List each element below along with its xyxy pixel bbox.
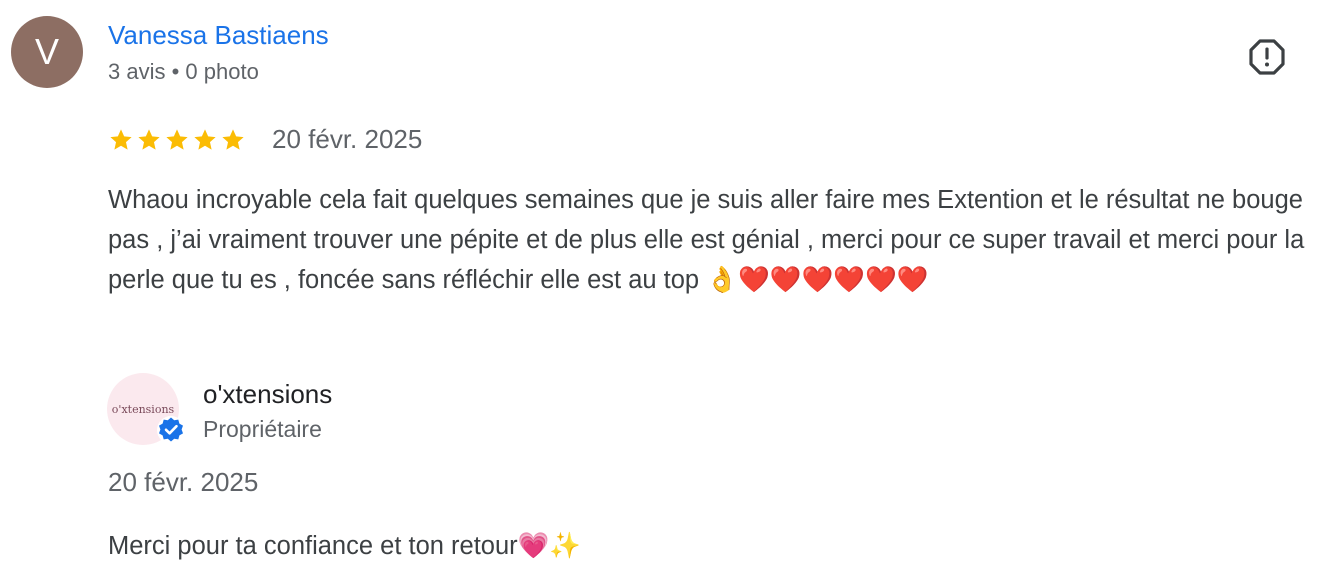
star-icon [194, 128, 216, 150]
reviewer-meta: 3 avis • 0 photo [108, 59, 259, 84]
report-icon[interactable] [1248, 38, 1286, 76]
star-icon [138, 128, 160, 150]
reviewer-initial: V [34, 31, 59, 72]
rating-row: 20 févr. 2025 [108, 124, 422, 155]
owner-logo-text: o'xtensions [111, 402, 175, 416]
owner-name: o'xtensions [203, 379, 333, 409]
reviewer-avatar[interactable]: V [11, 16, 83, 88]
star-icon [222, 128, 244, 150]
reviewer-name-link[interactable]: Vanessa Bastiaens [108, 20, 329, 51]
review-text: Whaou incroyable cela fait quelques sema… [108, 186, 1305, 294]
review-date: 20 févr. 2025 [272, 124, 423, 154]
reply-date: 20 févr. 2025 [108, 467, 259, 497]
verified-badge-icon [156, 415, 186, 445]
owner-role: Propriétaire [203, 416, 322, 442]
star-icon [110, 128, 132, 150]
star-icon [166, 128, 188, 150]
star-rating [108, 127, 246, 153]
reply-text: Merci pour ta confiance et ton retour💗✨ [108, 532, 582, 560]
